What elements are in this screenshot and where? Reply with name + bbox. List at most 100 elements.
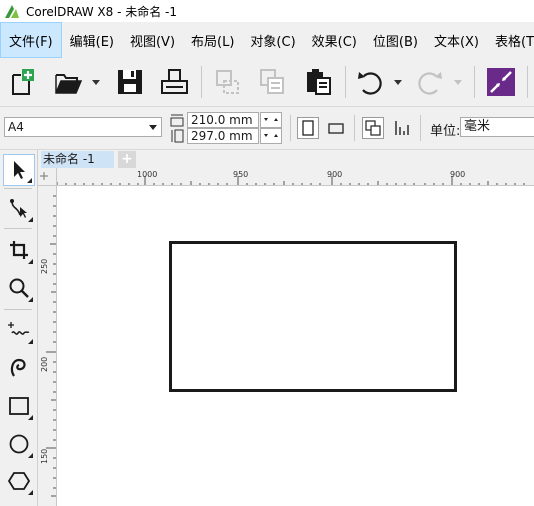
height-row: 297.0 mm bbox=[170, 128, 282, 144]
zoom-tool[interactable] bbox=[3, 272, 35, 304]
ruler-label: 150 bbox=[40, 448, 49, 464]
crop-icon bbox=[10, 241, 28, 259]
landscape-button[interactable] bbox=[325, 117, 347, 139]
artistic-media-tool[interactable] bbox=[3, 352, 35, 384]
page-size-select[interactable]: A4 bbox=[4, 117, 162, 137]
page-size-value: A4 bbox=[8, 120, 24, 134]
width-spinner[interactable] bbox=[260, 112, 282, 128]
flyout-corner bbox=[28, 339, 33, 344]
portrait-button[interactable] bbox=[297, 117, 319, 139]
tool-separator bbox=[4, 188, 32, 189]
shape-tool[interactable] bbox=[3, 192, 35, 224]
artistic-media-icon bbox=[10, 358, 26, 377]
chevron-down-icon bbox=[149, 125, 157, 130]
flyout-corner bbox=[28, 259, 33, 264]
flyout-corner bbox=[28, 490, 33, 495]
flyout-corner bbox=[28, 217, 33, 222]
all-pages-button[interactable] bbox=[362, 117, 384, 139]
new-document-button[interactable] bbox=[6, 66, 38, 98]
flyout-corner bbox=[27, 178, 32, 183]
undo-icon bbox=[358, 72, 382, 95]
crop-tool[interactable] bbox=[3, 234, 35, 266]
toolbox bbox=[0, 150, 38, 506]
paste-button[interactable] bbox=[302, 66, 334, 98]
redo-button[interactable] bbox=[414, 66, 446, 98]
toolbar-separator bbox=[201, 66, 202, 98]
coreldraw-logo-icon bbox=[5, 5, 19, 18]
import-export-button[interactable] bbox=[485, 66, 517, 98]
propbar-separator bbox=[354, 115, 355, 141]
toolbar-separator bbox=[474, 66, 475, 98]
ruler-label: 250 bbox=[40, 258, 49, 274]
rectangle-icon bbox=[9, 397, 29, 415]
menu-bitmap[interactable]: 位图(B) bbox=[365, 22, 426, 58]
paste-icon bbox=[307, 69, 331, 95]
menu-effects[interactable]: 效果(C) bbox=[304, 22, 365, 58]
document-tabs: 未命名 -1 + bbox=[38, 150, 534, 168]
tool-separator bbox=[4, 228, 32, 229]
print-icon bbox=[161, 69, 188, 94]
menu-edit[interactable]: 编辑(E) bbox=[62, 22, 122, 58]
width-row: 210.0 mm bbox=[170, 112, 282, 128]
open-button[interactable] bbox=[52, 66, 84, 98]
unit-select[interactable]: 毫米 bbox=[460, 117, 534, 137]
height-spinner[interactable] bbox=[260, 128, 282, 144]
ruler-origin[interactable] bbox=[38, 168, 57, 186]
rectangle-shape[interactable] bbox=[169, 241, 457, 392]
standard-toolbar bbox=[0, 58, 534, 107]
drawing-canvas[interactable] bbox=[57, 186, 534, 506]
print-button[interactable] bbox=[158, 66, 190, 98]
copy-button[interactable] bbox=[256, 66, 288, 98]
spinner-arrows-icon bbox=[264, 134, 278, 137]
menu-text[interactable]: 文本(X) bbox=[426, 22, 487, 58]
menu-layout[interactable]: 布局(L) bbox=[183, 22, 242, 58]
copy-icon bbox=[260, 69, 284, 94]
undo-dropdown-arrow[interactable] bbox=[394, 80, 402, 85]
vertical-ruler[interactable]: 250 200 150 bbox=[38, 186, 57, 506]
ruler-label: 900 bbox=[450, 170, 466, 179]
landscape-icon bbox=[328, 123, 344, 134]
toolbar-separator bbox=[527, 66, 528, 98]
tab-untitled-1[interactable]: 未命名 -1 bbox=[41, 151, 114, 168]
polygon-tool[interactable] bbox=[3, 465, 35, 497]
freehand-tool[interactable] bbox=[3, 314, 35, 346]
save-icon bbox=[118, 70, 142, 94]
menu-file[interactable]: 文件(F) bbox=[0, 22, 62, 58]
cut-icon bbox=[216, 70, 239, 94]
flyout-corner bbox=[28, 453, 33, 458]
import-export-icon bbox=[487, 68, 515, 96]
new-document-icon bbox=[12, 69, 34, 95]
toolbar-separator bbox=[345, 66, 346, 98]
height-field[interactable]: 297.0 mm bbox=[187, 128, 259, 144]
spinner-arrows-icon bbox=[264, 118, 278, 121]
pick-tool[interactable] bbox=[3, 154, 35, 186]
rectangle-tool[interactable] bbox=[3, 390, 35, 422]
propbar-separator bbox=[290, 115, 291, 141]
menu-view[interactable]: 视图(V) bbox=[122, 22, 183, 58]
menu-object[interactable]: 对象(C) bbox=[242, 22, 303, 58]
title-bar: CorelDRAW X8 - 未命名 -1 bbox=[0, 0, 534, 22]
open-dropdown-arrow[interactable] bbox=[92, 80, 100, 85]
ruler-label: 200 bbox=[40, 356, 49, 372]
tool-separator bbox=[4, 309, 32, 310]
ruler-label: 900 bbox=[327, 170, 343, 179]
width-field[interactable]: 210.0 mm bbox=[187, 112, 259, 128]
flyout-corner bbox=[28, 415, 33, 420]
add-tab-button[interactable]: + bbox=[118, 151, 136, 168]
horizontal-ruler[interactable]: 1000 950 900 900 bbox=[57, 168, 534, 186]
redo-icon bbox=[418, 72, 442, 95]
current-page-button[interactable] bbox=[392, 117, 414, 139]
pointer-icon bbox=[14, 161, 25, 179]
undo-button[interactable] bbox=[354, 66, 386, 98]
ruler-label: 950 bbox=[233, 170, 249, 179]
freehand-icon bbox=[8, 322, 30, 335]
width-icon bbox=[170, 114, 184, 127]
cut-button[interactable] bbox=[212, 66, 244, 98]
all-pages-icon bbox=[365, 120, 381, 136]
window-title: CorelDRAW X8 - 未命名 -1 bbox=[26, 4, 178, 19]
ellipse-tool[interactable] bbox=[3, 428, 35, 460]
save-button[interactable] bbox=[114, 66, 146, 98]
redo-dropdown-arrow[interactable] bbox=[454, 80, 462, 85]
menu-table[interactable]: 表格(T) bbox=[487, 22, 534, 58]
flyout-corner bbox=[28, 297, 33, 302]
